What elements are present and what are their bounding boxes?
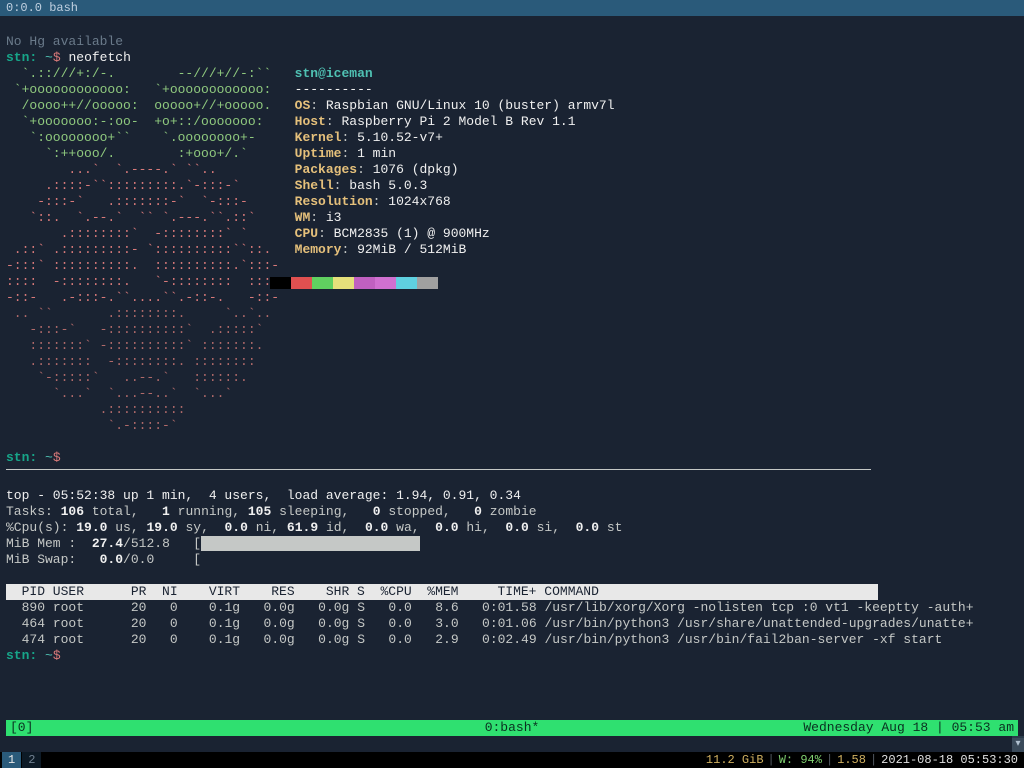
top-process-row: 464 root 20 0 0.1g 0.0g 0.0g S 0.0 3.0 0… — [6, 616, 974, 631]
prompt-path: ~ — [45, 50, 53, 65]
ascii-art-line: ...` `.----.` ``.. — [6, 162, 295, 177]
top-process-row: 474 root 20 0 0.1g 0.0g 0.0g S 0.0 2.9 0… — [6, 632, 942, 647]
color-swatch — [291, 277, 312, 289]
neofetch-label: Memory — [295, 242, 342, 257]
workspace-button-2[interactable]: 2 — [22, 752, 41, 768]
prompt-symbol: $ — [53, 450, 61, 465]
neofetch-label: Kernel — [295, 130, 342, 145]
terminal-pane[interactable]: No Hg available stn: ~$ neofetch `.::///… — [0, 16, 1024, 736]
neofetch-value: 1024x768 — [388, 194, 450, 209]
ascii-art-line: -:::-` .:::::::-` `-:::- — [6, 194, 295, 209]
wifi-label: W: — [779, 753, 793, 767]
ascii-art-line: :::::::` -::::::::::` :::::::. — [6, 338, 295, 353]
ascii-art-line: .::::::::` -::::::::` ` — [6, 226, 295, 241]
top-mem-line: MiB Mem : 27.4/512.8 [ ] — [6, 536, 1024, 551]
color-swatch — [375, 277, 396, 289]
neofetch-userhost: stn@iceman — [295, 66, 373, 81]
color-swatch — [270, 277, 291, 289]
neofetch-label: Resolution — [295, 194, 373, 209]
color-swatches — [270, 277, 438, 289]
tmux-status-bar[interactable]: [0] 0:bash* Wednesday Aug 18 | 05:53 am — [6, 720, 1018, 736]
neofetch-label: Packages — [295, 162, 357, 177]
top-swap-line: MiB Swap: 0.0/0.0 [ ] — [6, 552, 1024, 567]
ascii-art-line: .:::::::::: — [6, 402, 295, 417]
ascii-art-line: `.-::::-` — [6, 418, 295, 433]
prompt-user: stn: — [6, 450, 37, 465]
top-tasks-line: Tasks: 106 total, 1 running, 105 sleepin… — [6, 504, 537, 519]
neofetch-label: Uptime — [295, 146, 342, 161]
pane-divider[interactable] — [6, 469, 871, 470]
ascii-art-line: /oooo++//ooooo: ooooo+//+ooooo. — [6, 98, 295, 113]
ascii-art-line: .::::-``:::::::::.`-:::-` — [6, 178, 295, 193]
color-swatch — [417, 277, 438, 289]
scroll-down-arrow[interactable]: ▾ — [1012, 738, 1024, 752]
color-swatch — [312, 277, 333, 289]
prompt-symbol: $ — [53, 50, 61, 65]
ascii-art-line: `+ooooooo:-:oo- +o+::/ooooooo: — [6, 114, 295, 129]
prompt-path: ~ — [45, 648, 53, 663]
ascii-art-line: .::` .:::::::::- `::::::::::``::. — [6, 242, 295, 257]
ascii-art-line: .::::::: -::::::::. :::::::: — [6, 354, 295, 369]
neofetch-value: i3 — [326, 210, 342, 225]
disk-usage: 11.2 GiB — [702, 752, 768, 768]
color-swatch — [354, 277, 375, 289]
neofetch-label: OS — [295, 98, 311, 113]
top-cpu-line: %Cpu(s): 19.0 us, 19.0 sy, 0.0 ni, 61.9 … — [6, 520, 622, 535]
ascii-art-line: -:::-` -::::::::::` .:::::` — [6, 322, 295, 337]
window-titlebar: 0:0.0 bash — [0, 0, 1024, 16]
ascii-art-line: .. `` .::::::::. `..`.. — [6, 306, 295, 321]
ascii-art-line: `-:::::` ..--.` ::::::. — [6, 370, 295, 385]
neofetch-dashes: ---------- — [295, 82, 373, 97]
ascii-art-line: `...` `...--..` `...` — [6, 386, 295, 401]
color-swatch — [333, 277, 354, 289]
top-column-header: PID USER PR NI VIRT RES SHR S %CPU %MEM … — [6, 584, 878, 600]
top-uptime-line: top - 05:52:38 up 1 min, 4 users, load a… — [6, 488, 521, 503]
neofetch-label: Host — [295, 114, 326, 129]
prompt-symbol: $ — [53, 648, 61, 663]
top-process-row: 890 root 20 0 0.1g 0.0g 0.0g S 0.0 8.6 0… — [6, 600, 974, 615]
neofetch-label: Shell — [295, 178, 334, 193]
neofetch-value: bash 5.0.3 — [349, 178, 427, 193]
ascii-art-line: `+oooooooooooo: `+oooooooooooo: — [6, 82, 295, 97]
color-swatch — [396, 277, 417, 289]
ascii-art-line: -::- .-:::-.``....``.-::-. -::- — [6, 290, 295, 305]
tmux-window[interactable]: 0:bash* — [6, 720, 1018, 736]
prompt-user: stn: — [6, 50, 37, 65]
prompt-path: ~ — [45, 450, 53, 465]
neofetch-command: neofetch — [68, 50, 130, 65]
ascii-art-line: `:++ooo/. :+ooo+/.` — [6, 146, 295, 161]
neofetch-label: CPU — [295, 226, 318, 241]
neofetch-value: 5.10.52-v7+ — [357, 130, 443, 145]
neofetch-value: 1 min — [357, 146, 396, 161]
ascii-art-line: `::. `.--.` `` `.---.``.::` — [6, 210, 295, 225]
ascii-art-line: -:::` ::::::::::. ::::::::::.`:::- — [6, 258, 295, 273]
wifi-percent: 94% — [800, 753, 822, 767]
neofetch-value: 1076 (dpkg) — [373, 162, 459, 177]
neofetch-value: BCM2835 (1) @ 900MHz — [334, 226, 490, 241]
neofetch-value: Raspberry Pi 2 Model B Rev 1.1 — [341, 114, 575, 129]
load-average: 1.58 — [833, 752, 870, 768]
ascii-art-line: `.::///+:/-. --///+//-:`` — [6, 66, 295, 81]
i3-status-bar[interactable]: 1 2 11.2 GiB| W: 94%| 1.58| 2021-08-18 0… — [0, 752, 1024, 768]
ascii-art-line: :::: -::::::::. `-:::::::: :::: — [6, 274, 295, 289]
hg-status: No Hg available — [6, 34, 123, 49]
neofetch-value: Raspbian GNU/Linux 10 (buster) armv7l — [326, 98, 615, 113]
neofetch-label: WM — [295, 210, 311, 225]
datetime: 2021-08-18 05:53:30 — [877, 752, 1022, 768]
workspace-button-1[interactable]: 1 — [2, 752, 21, 768]
prompt-user: stn: — [6, 648, 37, 663]
neofetch-value: 92MiB / 512MiB — [357, 242, 466, 257]
ascii-art-line: `:oooooooo+`` `.oooooooo+- — [6, 130, 295, 145]
